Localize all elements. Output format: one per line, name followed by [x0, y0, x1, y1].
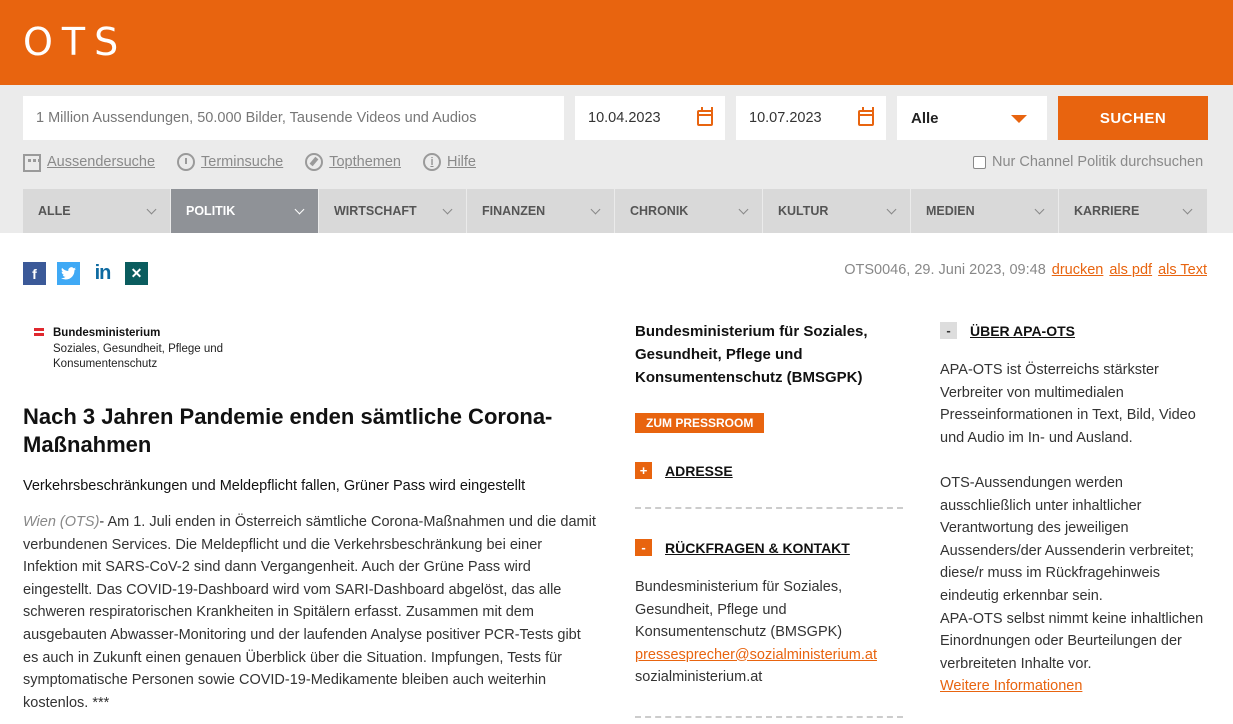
ots-id-date: OTS0046, 29. Juni 2023, 09:48 — [844, 262, 1046, 278]
plus-icon: + — [635, 462, 652, 479]
address-toggle[interactable]: + ADRESSE — [635, 462, 733, 479]
tab-politik[interactable]: POLITIK — [171, 189, 319, 233]
date-from-value: 10.04.2023 — [588, 110, 661, 126]
chevron-down-icon — [886, 204, 897, 215]
contact-block: Bundesministerium für Soziales, Gesundhe… — [635, 576, 905, 689]
tab-label: ALLE — [38, 204, 71, 218]
chevron-down-icon — [294, 204, 305, 215]
date-from-field[interactable]: 10.04.2023 — [575, 96, 725, 140]
tab-label: CHRONIK — [630, 204, 689, 218]
tab-label: FINANZEN — [482, 204, 546, 218]
tab-label: WIRTSCHAFT — [334, 204, 417, 218]
tab-label: POLITIK — [186, 204, 236, 218]
chevron-down-icon — [1182, 204, 1193, 215]
xing-icon[interactable]: ✕ — [125, 262, 148, 285]
top-bar: OTS — [0, 0, 1233, 85]
article-headline: Nach 3 Jahren Pandemie enden sämtliche C… — [23, 404, 553, 457]
link-terminsuche[interactable]: Terminsuche — [177, 152, 283, 172]
print-link[interactable]: drucken — [1052, 262, 1104, 278]
chevron-down-icon — [738, 204, 749, 215]
tab-wirtschaft[interactable]: WIRTSCHAFT — [319, 189, 467, 233]
divider — [635, 716, 903, 718]
contact-email-link[interactable]: pressesprecher@sozialministerium.at — [635, 647, 877, 663]
ots-logo[interactable]: OTS — [23, 20, 127, 64]
link-label: Topthemen — [329, 154, 401, 170]
tab-alle[interactable]: ALLE — [23, 189, 171, 233]
about-paragraph: OTS-Aussendungen werden ausschließlich u… — [940, 474, 1194, 604]
about-heading: ÜBER APA-OTS — [970, 322, 1075, 339]
search-button[interactable]: SUCHEN — [1058, 96, 1208, 140]
article-subtitle: Verkehrsbeschränkungen und Meldepflicht … — [23, 478, 526, 494]
twitter-icon[interactable] — [57, 262, 80, 285]
link-label: Hilfe — [446, 154, 476, 170]
link-label: Terminsuche — [201, 154, 284, 170]
channel-filter[interactable]: Nur Channel Politik durchsuchen — [973, 154, 1203, 170]
pressroom-button[interactable]: ZUM PRESSROOM — [635, 413, 765, 433]
pdf-link[interactable]: als pdf — [1109, 262, 1152, 278]
search-sublinks: Aussendersuche Terminsuche Topthemen i H… — [23, 152, 498, 172]
contact-name: Bundesministerium für Soziales, Gesundhe… — [635, 579, 843, 641]
article-meta: OTS0046, 29. Juni 2023, 09:48 drucken al… — [844, 262, 1207, 278]
text-link[interactable]: als Text — [1158, 262, 1207, 278]
linkedin-icon[interactable]: in — [91, 262, 114, 285]
chevron-down-icon — [1011, 115, 1027, 123]
tab-kultur[interactable]: KULTUR — [763, 189, 911, 233]
ministry-logo-subtitle: Soziales, Gesundheit, Pflege und Konsume… — [53, 343, 224, 370]
sender-name: Bundesministerium für Soziales, Gesundhe… — [635, 323, 868, 386]
search-input[interactable] — [23, 96, 564, 140]
search-section: 10.04.2023 10.07.2023 Alle SUCHEN Aussen… — [0, 85, 1233, 233]
article-body-text: - Am 1. Juli enden in Österreich sämtlic… — [23, 514, 596, 711]
contact-website: sozialministerium.at — [635, 669, 763, 686]
chevron-down-icon — [1034, 204, 1045, 215]
calendar-icon[interactable] — [697, 107, 713, 126]
austria-flag-icon — [34, 328, 44, 336]
tab-karriere[interactable]: KARRIERE — [1059, 189, 1207, 233]
chevron-down-icon — [442, 204, 453, 215]
facebook-icon[interactable]: f — [23, 262, 46, 285]
about-text: APA-OTS ist Österreichs stärkster Verbre… — [940, 359, 1210, 698]
info-icon: i — [422, 153, 441, 171]
date-to-field[interactable]: 10.07.2023 — [736, 96, 886, 140]
about-paragraph: APA-OTS ist Österreichs stärkster Verbre… — [940, 362, 1196, 446]
category-nav: ALLE POLITIK WIRTSCHAFT FINANZEN CHRONIK… — [23, 189, 1208, 233]
ministry-logo-title: Bundesministerium — [53, 327, 161, 339]
date-to-value: 10.07.2023 — [749, 110, 822, 126]
minus-icon: - — [635, 539, 652, 556]
contact-toggle[interactable]: - RÜCKFRAGEN & KONTAKT — [635, 539, 850, 556]
tab-finanzen[interactable]: FINANZEN — [467, 189, 615, 233]
channel-checkbox-label: Nur Channel Politik durchsuchen — [992, 154, 1204, 170]
tab-label: KULTUR — [778, 204, 829, 218]
scope-select[interactable]: Alle — [897, 96, 1047, 140]
calendar-icon[interactable] — [858, 107, 874, 126]
clock-icon — [177, 153, 196, 171]
tab-label: KARRIERE — [1074, 204, 1140, 218]
link-topthemen[interactable]: Topthemen — [305, 152, 401, 172]
tab-medien[interactable]: MEDIEN — [911, 189, 1059, 233]
chevron-down-icon — [146, 204, 157, 215]
link-aussendersuche[interactable]: Aussendersuche — [23, 152, 155, 172]
tab-label: MEDIEN — [926, 204, 975, 218]
chevron-down-icon — [590, 204, 601, 215]
building-icon — [23, 154, 41, 172]
compass-icon — [305, 153, 324, 171]
address-label: ADRESSE — [665, 462, 733, 479]
tab-chronik[interactable]: CHRONIK — [615, 189, 763, 233]
about-paragraph: APA-OTS selbst nimmt keine inhaltlichen … — [940, 610, 1204, 672]
link-label: Aussendersuche — [47, 154, 156, 170]
about-toggle[interactable]: - ÜBER APA-OTS — [940, 322, 1075, 339]
divider — [635, 507, 903, 509]
article-body: Wien (OTS)- Am 1. Juli enden in Österrei… — [23, 511, 598, 714]
contact-label: RÜCKFRAGEN & KONTAKT — [665, 539, 850, 556]
link-hilfe[interactable]: i Hilfe — [422, 152, 476, 172]
share-icons: f in ✕ — [23, 262, 148, 285]
scope-value: Alle — [911, 109, 939, 127]
channel-checkbox[interactable] — [973, 155, 986, 169]
article-dateline: Wien (OTS) — [23, 514, 100, 530]
more-info-link[interactable]: Weitere Informationen — [940, 678, 1082, 694]
minus-icon: - — [940, 322, 957, 339]
